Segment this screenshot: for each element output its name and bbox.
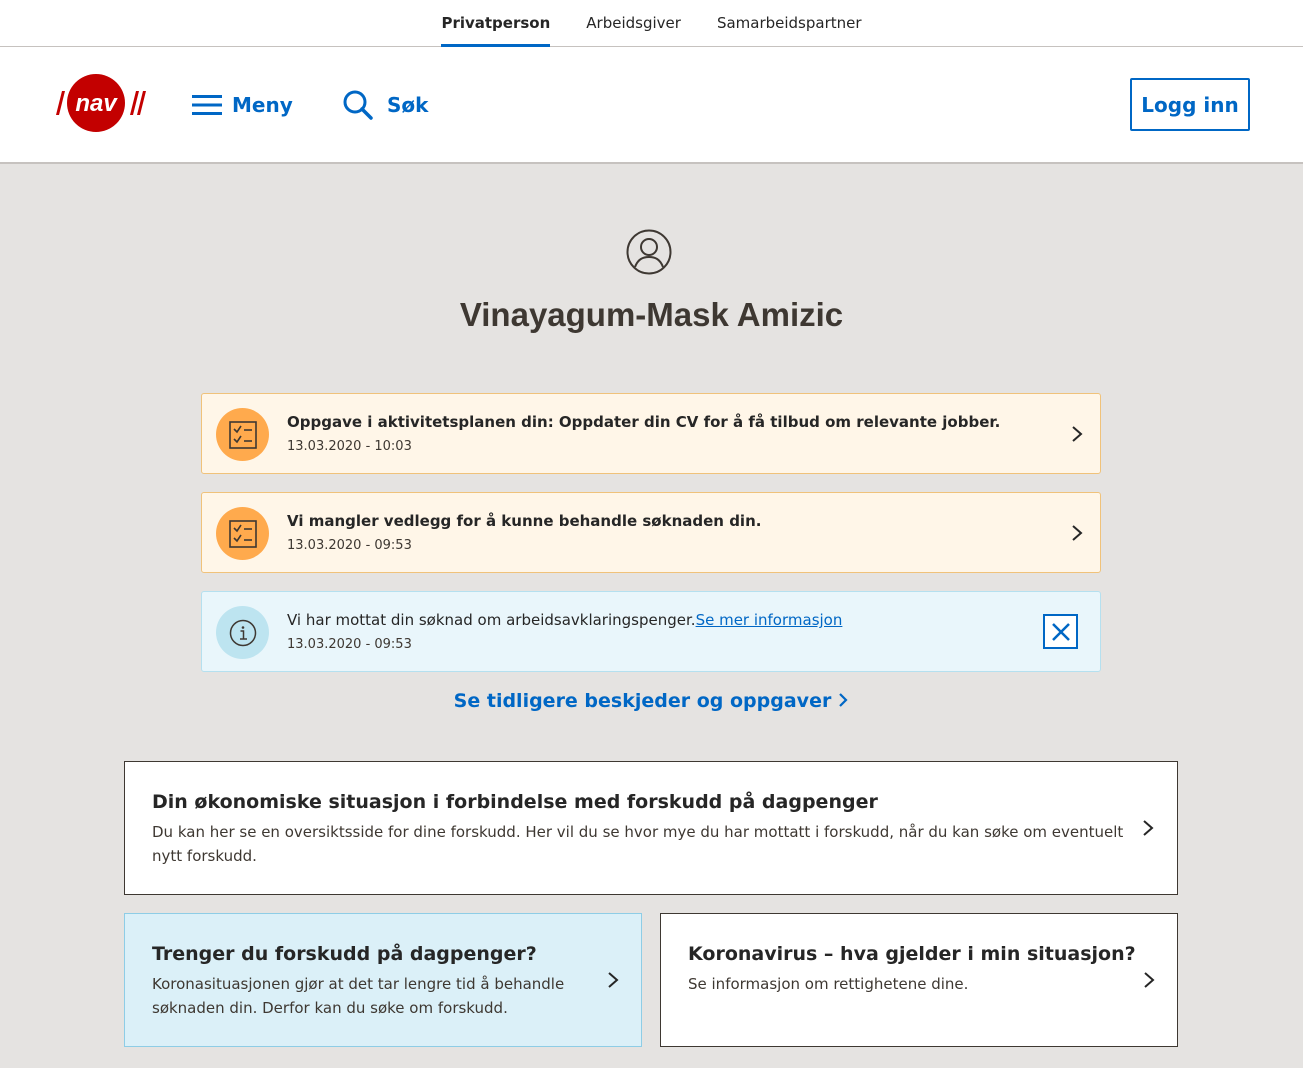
card-title: Din økonomiske situasjon i forbindelse m… (152, 791, 878, 813)
notice-date: 13.03.2020 - 09:53 (287, 538, 412, 553)
checklist-icon (216, 507, 269, 560)
card-apply-advance[interactable]: Trenger du forskudd på dagpenger? Korona… (124, 913, 642, 1047)
notice-date: 13.03.2020 - 10:03 (287, 439, 412, 454)
card-coronavirus[interactable]: Koronavirus – hva gjelder i min situasjo… (660, 913, 1178, 1047)
login-button[interactable]: Logg inn (1130, 78, 1250, 131)
info-notice-application: Vi har mottat din søknad om arbeidsavkla… (201, 591, 1101, 672)
user-circle-icon (626, 229, 672, 275)
nav-logo[interactable]: nav (50, 73, 146, 133)
task-notice-attachment[interactable]: Vi mangler vedlegg for å kunne behandle … (201, 492, 1101, 573)
context-bar: Privatperson Arbeidsgiver Samarbeidspart… (0, 0, 1303, 47)
tab-privatperson[interactable]: Privatperson (423, 0, 568, 47)
user-name: Vinayagum-Mask Amizic (459, 296, 844, 333)
earlier-messages-label: Se tidligere beskjeder og oppgaver (453, 690, 832, 712)
card-text: Se informasjon om rettighetene dine. (688, 975, 969, 993)
notice-text: Vi har mottat din søknad om arbeidsavkla… (287, 611, 696, 629)
more-info-link[interactable]: Se mer informasjon (696, 611, 843, 629)
search-icon (343, 90, 373, 120)
checklist-icon (216, 408, 269, 461)
earlier-messages-link[interactable]: Se tidligere beskjeder og oppgaver (0, 690, 1303, 713)
chevron-right-icon (1072, 525, 1083, 541)
chevron-right-icon (837, 691, 849, 713)
close-notice-button[interactable] (1043, 614, 1078, 649)
menu-button[interactable]: Meny (192, 87, 293, 123)
card-advance-overview[interactable]: Din økonomiske situasjon i forbindelse m… (124, 761, 1178, 895)
notice-title: Oppgave i aktivitetsplanen din: Oppdater… (287, 413, 1001, 431)
search-button[interactable]: Søk (343, 87, 428, 123)
tab-samarbeidspartner[interactable]: Samarbeidspartner (699, 0, 880, 46)
hamburger-icon (192, 95, 222, 115)
card-text: Du kan her se en oversiktsside for dine … (152, 823, 1124, 865)
close-icon (1051, 622, 1070, 641)
tab-arbeidsgiver[interactable]: Arbeidsgiver (568, 0, 699, 46)
notice-title: Vi har mottat din søknad om arbeidsavkla… (287, 611, 842, 629)
notice-date: 13.03.2020 - 09:53 (287, 637, 412, 652)
nav-logo-text: nav (75, 90, 118, 117)
chevron-right-icon (1143, 820, 1154, 836)
main-header: nav Meny Søk Logg inn (0, 47, 1303, 164)
chevron-right-icon (1072, 426, 1083, 442)
task-notice-cv[interactable]: Oppgave i aktivitetsplanen din: Oppdater… (201, 393, 1101, 474)
info-icon (216, 606, 269, 659)
menu-label: Meny (232, 93, 293, 117)
notice-title: Vi mangler vedlegg for å kunne behandle … (287, 512, 762, 530)
card-text: Koronasituasjonen gjør at det tar lengre… (152, 975, 565, 1017)
chevron-right-icon (608, 972, 619, 988)
chevron-right-icon (1144, 972, 1155, 988)
card-title: Trenger du forskudd på dagpenger? (152, 943, 537, 965)
search-label: Søk (387, 93, 429, 117)
card-title: Koronavirus – hva gjelder i min situasjo… (688, 943, 1136, 965)
